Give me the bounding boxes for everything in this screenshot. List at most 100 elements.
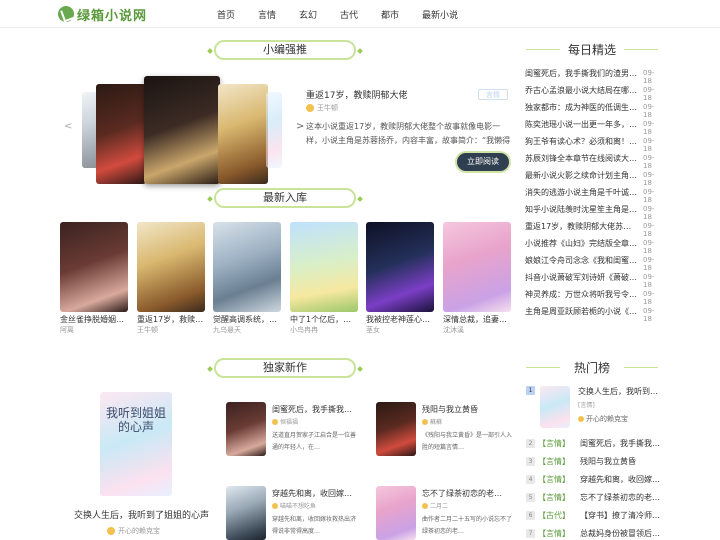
- exclusive-item[interactable]: 闺蜜死后，我手撕我… 恒福福 送道直月贺家孑江启合是一位善通的年轻人，在…: [226, 402, 358, 462]
- rank-title[interactable]: 忘不了绿茶初恋的老伴我…: [580, 492, 662, 503]
- book-title[interactable]: 交换人生后，我听到了姐姐的心声: [74, 508, 224, 521]
- nav-latest[interactable]: 最新小说: [422, 8, 458, 21]
- latest-book-card[interactable]: 深情总裁，追妻… 沈沐溪: [443, 222, 511, 335]
- book-title[interactable]: 残阳与我立黄昏: [422, 404, 512, 415]
- carousel-cover-right[interactable]: [218, 84, 268, 184]
- nav-home[interactable]: 首页: [217, 8, 235, 21]
- book-title[interactable]: 忘不了绿茶初恋的老…: [422, 488, 512, 499]
- book-cover[interactable]: [290, 222, 358, 312]
- book-title[interactable]: 重返17岁，救赎…: [137, 314, 205, 325]
- book-author: 小鸟冉冉: [290, 326, 318, 334]
- carousel-next-button[interactable]: >: [296, 121, 304, 132]
- book-cover[interactable]: [540, 386, 570, 428]
- nav-fantasy[interactable]: 玄幻: [299, 8, 317, 21]
- book-title[interactable]: 闺蜜死后，我手撕我…: [272, 404, 358, 415]
- carousel-cover-far-right[interactable]: [266, 92, 282, 168]
- daily-item[interactable]: 神灵养成：万世众将听我号令！…: [525, 289, 637, 300]
- book-title[interactable]: 觉醒高调系统，…: [213, 314, 281, 325]
- daily-item[interactable]: 抖音小说萧破军刘诗妍《萧破军…: [525, 272, 637, 283]
- featured-author-row: 王牛顿: [306, 103, 338, 113]
- book-title[interactable]: 我被控老神莲心…: [366, 314, 434, 325]
- daily-item[interactable]: 主角是周亚跃顾若栀的小说《…: [525, 306, 637, 317]
- rank-title[interactable]: 闺蜜死后，我手撕我们的…: [580, 438, 662, 449]
- featured-category-badge: 言情: [478, 89, 508, 100]
- book-cover[interactable]: [137, 222, 205, 312]
- book-title[interactable]: 穿越先和离，收回嫁…: [272, 488, 358, 499]
- latest-book-card[interactable]: 中了1个亿后，老… 小鸟冉冉: [290, 222, 358, 335]
- site-logo[interactable]: 绿箱小说网: [58, 5, 147, 24]
- hot-rank-item[interactable]: 4 【言情】 穿越先和离，收回嫁妆救…: [526, 474, 662, 486]
- daily-item[interactable]: 乔古心孟浪最小说大结局在哪看…: [525, 85, 637, 96]
- rank-title[interactable]: 残阳与我立黄昏: [580, 456, 662, 467]
- book-author: 蘇蘇: [430, 419, 443, 426]
- nav-romance[interactable]: 言情: [258, 8, 276, 21]
- daily-item[interactable]: 消失的逃游小说主角是千叶诚李…: [525, 187, 637, 198]
- author-avatar-icon: [107, 527, 115, 535]
- book-cover[interactable]: [376, 402, 416, 456]
- rank-title[interactable]: 【穿书】撩了清冷师兄后…: [580, 510, 662, 521]
- daily-item[interactable]: 小说推荐《山妇》完结版全章节…: [525, 238, 637, 249]
- book-title[interactable]: 金丝雀挣脱婚姻…: [60, 314, 128, 325]
- site-header: 绿箱小说网 首页 言情 玄幻 古代 都市 最新小说: [0, 0, 720, 28]
- nav-ancient[interactable]: 古代: [340, 8, 358, 21]
- hot-rank-item[interactable]: 2 【言情】 闺蜜死后，我手撕我们的…: [526, 438, 662, 450]
- latest-book-card[interactable]: 重返17岁，救赎… 王牛顿: [137, 222, 205, 335]
- book-author: 沈沐溪: [443, 326, 464, 334]
- book-title[interactable]: 深情总裁，追妻…: [443, 314, 511, 325]
- carousel-cover-left[interactable]: [96, 84, 146, 184]
- read-now-button[interactable]: 立即阅读: [457, 153, 509, 171]
- book-author-row: 恒福福: [272, 417, 298, 426]
- daily-date: 09-18: [643, 307, 655, 323]
- exclusive-item[interactable]: 穿越先和离，收回嫁… 喵喵不想吃鱼 穿越先和离，收回嫁妆救热出济得说非常得高度…: [226, 486, 358, 540]
- book-cover[interactable]: 我听到姐姐的心声: [100, 392, 172, 496]
- book-cover[interactable]: [60, 222, 128, 312]
- rank-title[interactable]: 总裁妈身份被冒领后，儿…: [580, 528, 662, 539]
- book-cover[interactable]: [213, 222, 281, 312]
- book-cover[interactable]: [366, 222, 434, 312]
- daily-date: 09-18: [643, 188, 655, 204]
- featured-carousel: [82, 76, 292, 184]
- rank-number: 5: [526, 493, 535, 502]
- book-cover[interactable]: [226, 486, 266, 540]
- rank-title[interactable]: 穿越先和离，收回嫁妆救…: [580, 474, 662, 485]
- carousel-prev-button[interactable]: <: [64, 121, 72, 132]
- daily-item[interactable]: 狗王爷有读心术？必须和离！知…: [525, 136, 637, 147]
- latest-book-card[interactable]: 觉醒高调系统，… 九乌悬天: [213, 222, 281, 335]
- daily-date: 09-18: [643, 205, 655, 221]
- daily-item[interactable]: 独家都市：成为神医的低调生活…: [525, 102, 637, 113]
- hot-rank-item[interactable]: 7 【言情】 总裁妈身份被冒领后，儿…: [526, 528, 662, 540]
- book-cover[interactable]: [226, 402, 266, 456]
- daily-item[interactable]: 闺蜜死后，我手撕我们的渣男老…: [525, 68, 637, 79]
- book-cover[interactable]: [376, 486, 416, 540]
- exclusive-item[interactable]: 忘不了绿茶初恋的老… 二月二 曲作者二月二十五写的小说忘不了绿茶初恋的老…: [376, 486, 512, 540]
- book-title[interactable]: 交换人生后，我听到了…: [578, 386, 662, 397]
- carousel-cover-active[interactable]: [144, 76, 220, 184]
- book-author: 茎女: [366, 326, 380, 334]
- book-author: 王牛顿: [137, 326, 158, 334]
- daily-item[interactable]: 陈奕池瑶小说一出更一年多，老…: [525, 119, 637, 130]
- hot-rank-item[interactable]: 6 【古代】 【穿书】撩了清冷师兄后…: [526, 510, 662, 522]
- hot-rank-item[interactable]: 3 【言情】 残阳与我立黄昏: [526, 456, 662, 468]
- latest-book-card[interactable]: 金丝雀挣脱婚姻… 阿离: [60, 222, 128, 335]
- book-cover[interactable]: [443, 222, 511, 312]
- daily-item[interactable]: 最新小说火影之续命计划主角牟…: [525, 170, 637, 181]
- exclusive-item[interactable]: 残阳与我立黄昏 蘇蘇 《残阳与我立黄昏》是一部引人入胜的短篇言情…: [376, 402, 512, 462]
- daily-item[interactable]: 娘娘江令舟司念念《我和闺蜜穿…: [525, 255, 637, 266]
- daily-date: 09-18: [643, 69, 655, 85]
- author-avatar-icon: [578, 416, 584, 422]
- exclusive-main-book[interactable]: 我听到姐姐的心声 交换人生后，我听到了姐姐的心声 开心的赖克宝: [62, 392, 212, 540]
- book-author: 恒福福: [280, 419, 299, 426]
- book-author-row: 喵喵不想吃鱼: [272, 501, 316, 510]
- featured-book-title[interactable]: 重返17岁，教赎阴郁大佬: [306, 88, 476, 101]
- nav-urban[interactable]: 都市: [381, 8, 399, 21]
- hot-rank-first[interactable]: 1 交换人生后，我听到了… [言情] 开心的赖克宝: [526, 386, 662, 430]
- daily-item[interactable]: 知乎小说陆羡时沈星笙主角是陆…: [525, 204, 637, 215]
- hot-rank-item[interactable]: 5 【言情】 忘不了绿茶初恋的老伴我…: [526, 492, 662, 504]
- author-avatar-icon: [272, 418, 278, 425]
- daily-item[interactable]: 重返17岁，教赎阴郁大佬苏蓉扬…: [525, 221, 637, 232]
- latest-book-card[interactable]: 我被控老神莲心… 茎女: [366, 222, 434, 335]
- author-avatar-icon: [422, 502, 428, 509]
- daily-date: 09-18: [643, 103, 655, 119]
- daily-item[interactable]: 苏辰刘锋全本章节在线阅读大结局: [525, 153, 637, 164]
- book-title[interactable]: 中了1个亿后，老…: [290, 314, 358, 325]
